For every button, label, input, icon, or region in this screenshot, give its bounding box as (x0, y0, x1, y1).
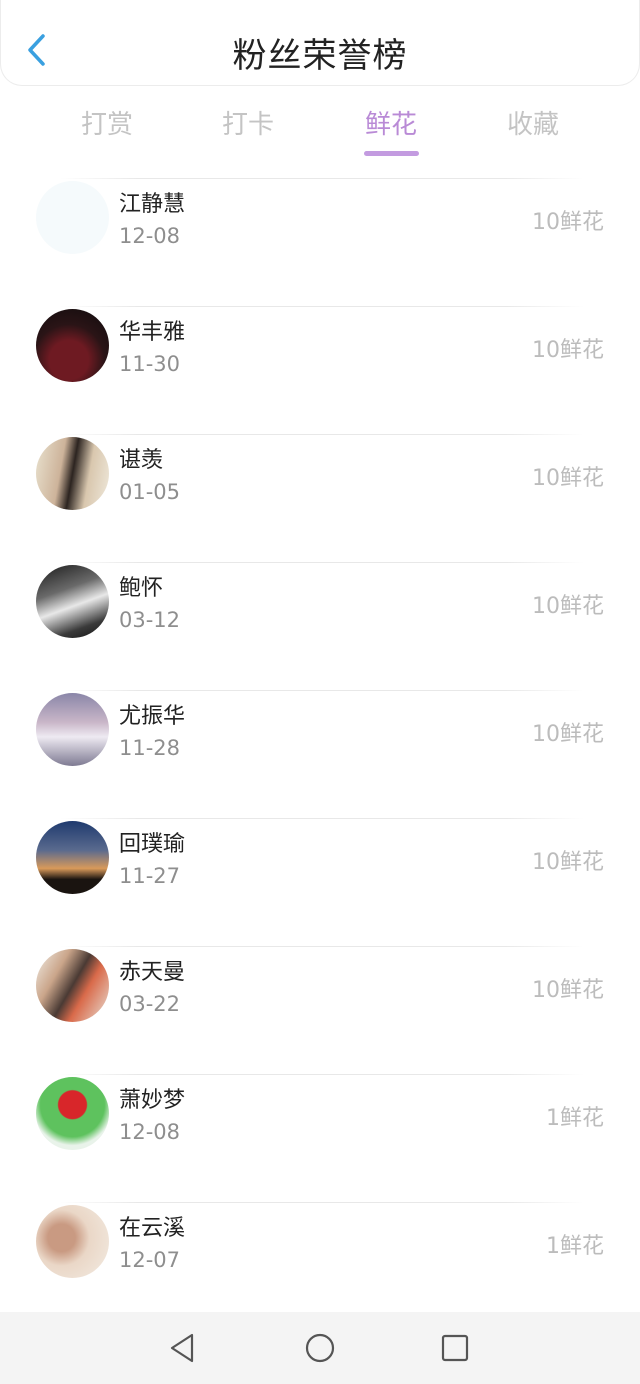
avatar (36, 949, 109, 1022)
fan-name: 赤天曼 (119, 960, 186, 985)
fan-date: 01-05 (119, 480, 181, 504)
fan-name: 在云溪 (119, 1216, 186, 1241)
fan-date: 03-22 (119, 992, 181, 1016)
fan-date: 12-07 (119, 1248, 181, 1272)
list-item[interactable]: 在云溪 12-07 1鲜花 (0, 1202, 640, 1330)
flower-count: 10鲜花 (532, 594, 604, 619)
avatar (36, 309, 109, 382)
fan-date: 12-08 (119, 1120, 181, 1144)
list-item[interactable]: 华丰雅 11-30 10鲜花 (0, 306, 640, 434)
nav-back-button[interactable] (162, 1328, 202, 1368)
avatar (36, 821, 109, 894)
tab-tip[interactable]: 打赏 (52, 104, 162, 141)
page-title: 粉丝荣誉榜 (232, 36, 408, 76)
avatar (36, 1205, 109, 1278)
active-tab-indicator (364, 151, 419, 156)
avatar (36, 565, 109, 638)
fan-date: 11-28 (119, 736, 181, 760)
divider (60, 434, 584, 435)
avatar (36, 437, 109, 510)
flower-count: 10鲜花 (532, 722, 604, 747)
fan-date: 11-27 (119, 864, 181, 888)
avatar (36, 693, 109, 766)
divider (60, 306, 584, 307)
fan-date: 12-08 (119, 224, 181, 248)
fan-list: 江静慧 12-08 10鲜花 华丰雅 11-30 10鲜花 谌羡 01-05 1… (0, 178, 640, 1330)
fan-name: 回璞瑜 (119, 832, 186, 857)
flower-count: 10鲜花 (532, 466, 604, 491)
divider (60, 1074, 584, 1075)
flower-count: 1鲜花 (546, 1234, 604, 1259)
divider (60, 1202, 584, 1203)
divider (60, 818, 584, 819)
avatar (36, 181, 109, 254)
flower-count: 10鲜花 (532, 978, 604, 1003)
list-item[interactable]: 回璞瑜 11-27 10鲜花 (0, 818, 640, 946)
flower-count: 10鲜花 (532, 338, 604, 363)
fan-name: 江静慧 (119, 192, 186, 217)
fan-name: 萧妙梦 (119, 1088, 186, 1113)
system-nav-bar (0, 1312, 640, 1384)
tab-flowers[interactable]: 鲜花 (336, 104, 446, 141)
avatar (36, 1077, 109, 1150)
list-item[interactable]: 鲍怀 03-12 10鲜花 (0, 562, 640, 690)
square-recents-icon (441, 1334, 469, 1362)
tab-bar: 打赏 打卡 鲜花 收藏 (0, 96, 640, 160)
flower-count: 10鲜花 (532, 850, 604, 875)
list-item[interactable]: 萧妙梦 12-08 1鲜花 (0, 1074, 640, 1202)
flower-count: 10鲜花 (532, 210, 604, 235)
fan-name: 鲍怀 (119, 576, 164, 601)
fan-name: 尤振华 (119, 704, 186, 729)
circle-home-icon (305, 1333, 335, 1363)
triangle-back-icon (170, 1333, 194, 1363)
list-item[interactable]: 江静慧 12-08 10鲜花 (0, 178, 640, 306)
fan-date: 03-12 (119, 608, 181, 632)
list-item[interactable]: 尤振华 11-28 10鲜花 (0, 690, 640, 818)
tab-checkin[interactable]: 打卡 (193, 104, 303, 141)
fan-name: 华丰雅 (119, 320, 186, 345)
list-item[interactable]: 谌羡 01-05 10鲜花 (0, 434, 640, 562)
divider (60, 562, 584, 563)
divider (60, 690, 584, 691)
fan-name: 谌羡 (119, 448, 164, 473)
divider (60, 946, 584, 947)
divider (60, 178, 584, 179)
nav-home-button[interactable] (300, 1328, 340, 1368)
nav-recents-button[interactable] (435, 1328, 475, 1368)
fan-honor-page: 粉丝荣誉榜 打赏 打卡 鲜花 收藏 江静慧 12-08 10鲜花 华丰雅 11-… (0, 0, 640, 1384)
list-item[interactable]: 赤天曼 03-22 10鲜花 (0, 946, 640, 1074)
tab-favorites[interactable]: 收藏 (478, 104, 588, 141)
flower-count: 1鲜花 (546, 1106, 604, 1131)
header: 粉丝荣誉榜 (0, 0, 640, 86)
fan-date: 11-30 (119, 352, 181, 376)
